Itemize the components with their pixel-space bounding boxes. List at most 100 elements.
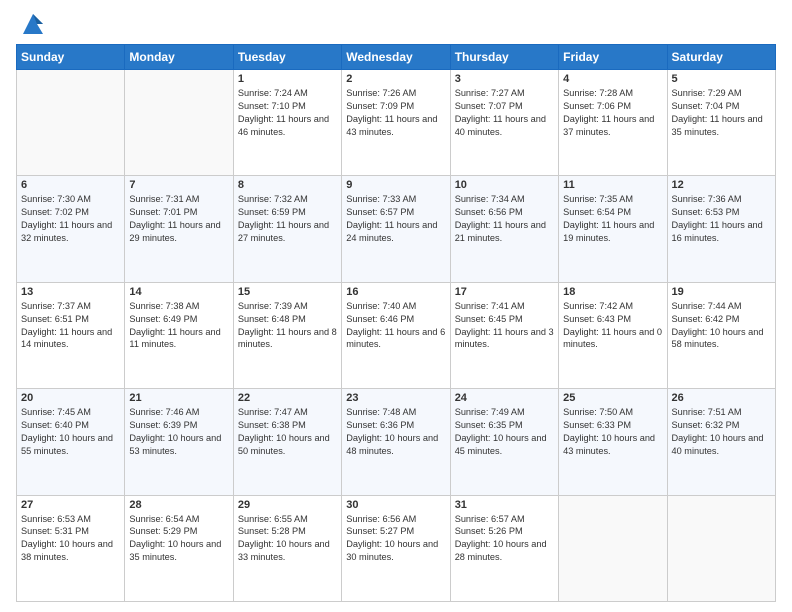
day-info: Sunrise: 7:44 AMSunset: 6:42 PMDaylight:… xyxy=(672,300,771,352)
day-number: 3 xyxy=(455,73,554,85)
day-number: 20 xyxy=(21,392,120,404)
day-cell xyxy=(667,495,775,601)
day-info: Sunrise: 7:27 AMSunset: 7:07 PMDaylight:… xyxy=(455,87,554,139)
day-number: 25 xyxy=(563,392,662,404)
day-info: Sunrise: 7:29 AMSunset: 7:04 PMDaylight:… xyxy=(672,87,771,139)
day-number: 29 xyxy=(238,499,337,511)
day-cell: 28 Sunrise: 6:54 AMSunset: 5:29 PMDayligh… xyxy=(125,495,233,601)
day-info: Sunrise: 7:51 AMSunset: 6:32 PMDaylight:… xyxy=(672,406,771,458)
day-cell: 22Sunrise: 7:47 AMSunset: 6:38 PMDayligh… xyxy=(233,389,341,495)
day-number: 14 xyxy=(129,286,228,298)
logo xyxy=(16,10,47,38)
day-cell: 29 Sunrise: 6:55 AMSunset: 5:28 PMDayligh… xyxy=(233,495,341,601)
day-cell: 27 Sunrise: 6:53 AMSunset: 5:31 PMDayligh… xyxy=(17,495,125,601)
day-info: Sunrise: 7:34 AMSunset: 6:56 PMDaylight:… xyxy=(455,193,554,245)
day-cell: 20 Sunrise: 7:45 AMSunset: 6:40 PMDayligh… xyxy=(17,389,125,495)
day-info: Sunrise: 6:57 AMSunset: 5:26 PMDaylight:… xyxy=(455,513,554,565)
day-number: 16 xyxy=(346,286,445,298)
day-cell: 26 Sunrise: 7:51 AMSunset: 6:32 PMDayligh… xyxy=(667,389,775,495)
weekday-header-tuesday: Tuesday xyxy=(233,45,341,70)
day-cell: 21 Sunrise: 7:46 AMSunset: 6:39 PMDayligh… xyxy=(125,389,233,495)
day-cell: 7 Sunrise: 7:31 AMSunset: 7:01 PMDaylight… xyxy=(125,176,233,282)
day-info: Sunrise: 6:55 AMSunset: 5:28 PMDaylight:… xyxy=(238,513,337,565)
weekday-header-saturday: Saturday xyxy=(667,45,775,70)
day-info: Sunrise: 7:50 AMSunset: 6:33 PMDaylight:… xyxy=(563,406,662,458)
weekday-header-wednesday: Wednesday xyxy=(342,45,450,70)
day-info: Sunrise: 7:31 AMSunset: 7:01 PMDaylight:… xyxy=(129,193,228,245)
day-number: 30 xyxy=(346,499,445,511)
weekday-header-friday: Friday xyxy=(559,45,667,70)
day-number: 11 xyxy=(563,179,662,191)
day-number: 21 xyxy=(129,392,228,404)
day-number: 6 xyxy=(21,179,120,191)
day-number: 1 xyxy=(238,73,337,85)
day-info: Sunrise: 7:32 AMSunset: 6:59 PMDaylight:… xyxy=(238,193,337,245)
day-info: Sunrise: 7:42 AMSunset: 6:43 PMDaylight:… xyxy=(563,300,662,352)
day-number: 19 xyxy=(672,286,771,298)
day-number: 17 xyxy=(455,286,554,298)
day-cell: 16 Sunrise: 7:40 AMSunset: 6:46 PMDayligh… xyxy=(342,282,450,388)
day-info: Sunrise: 7:28 AMSunset: 7:06 PMDaylight:… xyxy=(563,87,662,139)
day-cell: 31 Sunrise: 6:57 AMSunset: 5:26 PMDayligh… xyxy=(450,495,558,601)
week-row-3: 13Sunrise: 7:37 AMSunset: 6:51 PMDayligh… xyxy=(17,282,776,388)
day-cell: 8 Sunrise: 7:32 AMSunset: 6:59 PMDaylight… xyxy=(233,176,341,282)
weekday-header-row: SundayMondayTuesdayWednesdayThursdayFrid… xyxy=(17,45,776,70)
day-cell: 3 Sunrise: 7:27 AMSunset: 7:07 PMDaylight… xyxy=(450,70,558,176)
day-cell: 12 Sunrise: 7:36 AMSunset: 6:53 PMDayligh… xyxy=(667,176,775,282)
header xyxy=(16,10,776,38)
day-number: 28 xyxy=(129,499,228,511)
day-number: 13 xyxy=(21,286,120,298)
day-cell xyxy=(559,495,667,601)
day-info: Sunrise: 7:45 AMSunset: 6:40 PMDaylight:… xyxy=(21,406,120,458)
day-info: Sunrise: 6:56 AMSunset: 5:27 PMDaylight:… xyxy=(346,513,445,565)
day-info: Sunrise: 7:24 AMSunset: 7:10 PMDaylight:… xyxy=(238,87,337,139)
day-number: 26 xyxy=(672,392,771,404)
day-info: Sunrise: 7:46 AMSunset: 6:39 PMDaylight:… xyxy=(129,406,228,458)
day-info: Sunrise: 7:35 AMSunset: 6:54 PMDaylight:… xyxy=(563,193,662,245)
day-info: Sunrise: 7:30 AMSunset: 7:02 PMDaylight:… xyxy=(21,193,120,245)
day-cell xyxy=(17,70,125,176)
day-info: Sunrise: 7:33 AMSunset: 6:57 PMDaylight:… xyxy=(346,193,445,245)
day-cell xyxy=(125,70,233,176)
day-info: Sunrise: 7:36 AMSunset: 6:53 PMDaylight:… xyxy=(672,193,771,245)
day-info: Sunrise: 7:40 AMSunset: 6:46 PMDaylight:… xyxy=(346,300,445,352)
calendar-table: SundayMondayTuesdayWednesdayThursdayFrid… xyxy=(16,44,776,602)
week-row-1: 1 Sunrise: 7:24 AMSunset: 7:10 PMDaylight… xyxy=(17,70,776,176)
day-number: 18 xyxy=(563,286,662,298)
day-number: 9 xyxy=(346,179,445,191)
day-info: Sunrise: 7:47 AMSunset: 6:38 PMDaylight:… xyxy=(238,406,337,458)
day-cell: 19 Sunrise: 7:44 AMSunset: 6:42 PMDayligh… xyxy=(667,282,775,388)
day-cell: 15 Sunrise: 7:39 AMSunset: 6:48 PMDayligh… xyxy=(233,282,341,388)
day-cell: 30 Sunrise: 6:56 AMSunset: 5:27 PMDayligh… xyxy=(342,495,450,601)
day-number: 15 xyxy=(238,286,337,298)
week-row-2: 6 Sunrise: 7:30 AMSunset: 7:02 PMDaylight… xyxy=(17,176,776,282)
day-cell: 11 Sunrise: 7:35 AMSunset: 6:54 PMDayligh… xyxy=(559,176,667,282)
day-cell: 14Sunrise: 7:38 AMSunset: 6:49 PMDayligh… xyxy=(125,282,233,388)
day-number: 27 xyxy=(21,499,120,511)
day-number: 31 xyxy=(455,499,554,511)
day-number: 8 xyxy=(238,179,337,191)
day-info: Sunrise: 7:49 AMSunset: 6:35 PMDaylight:… xyxy=(455,406,554,458)
day-cell: 5 Sunrise: 7:29 AMSunset: 7:04 PMDaylight… xyxy=(667,70,775,176)
day-number: 7 xyxy=(129,179,228,191)
week-row-5: 27 Sunrise: 6:53 AMSunset: 5:31 PMDayligh… xyxy=(17,495,776,601)
day-info: Sunrise: 7:39 AMSunset: 6:48 PMDaylight:… xyxy=(238,300,337,352)
day-cell: 17Sunrise: 7:41 AMSunset: 6:45 PMDayligh… xyxy=(450,282,558,388)
day-cell: 18 Sunrise: 7:42 AMSunset: 6:43 PMDayligh… xyxy=(559,282,667,388)
day-number: 23 xyxy=(346,392,445,404)
weekday-header-thursday: Thursday xyxy=(450,45,558,70)
day-cell: 4Sunrise: 7:28 AMSunset: 7:06 PMDaylight… xyxy=(559,70,667,176)
weekday-header-monday: Monday xyxy=(125,45,233,70)
day-cell: 6 Sunrise: 7:30 AMSunset: 7:02 PMDaylight… xyxy=(17,176,125,282)
day-cell: 23Sunrise: 7:48 AMSunset: 6:36 PMDayligh… xyxy=(342,389,450,495)
day-cell: 25 Sunrise: 7:50 AMSunset: 6:33 PMDayligh… xyxy=(559,389,667,495)
day-cell: 2Sunrise: 7:26 AMSunset: 7:09 PMDaylight… xyxy=(342,70,450,176)
day-info: Sunrise: 7:26 AMSunset: 7:09 PMDaylight:… xyxy=(346,87,445,139)
day-info: Sunrise: 6:54 AMSunset: 5:29 PMDaylight:… xyxy=(129,513,228,565)
day-number: 10 xyxy=(455,179,554,191)
day-info: Sunrise: 6:53 AMSunset: 5:31 PMDaylight:… xyxy=(21,513,120,565)
day-number: 12 xyxy=(672,179,771,191)
day-number: 5 xyxy=(672,73,771,85)
weekday-header-sunday: Sunday xyxy=(17,45,125,70)
day-cell: 1 Sunrise: 7:24 AMSunset: 7:10 PMDaylight… xyxy=(233,70,341,176)
